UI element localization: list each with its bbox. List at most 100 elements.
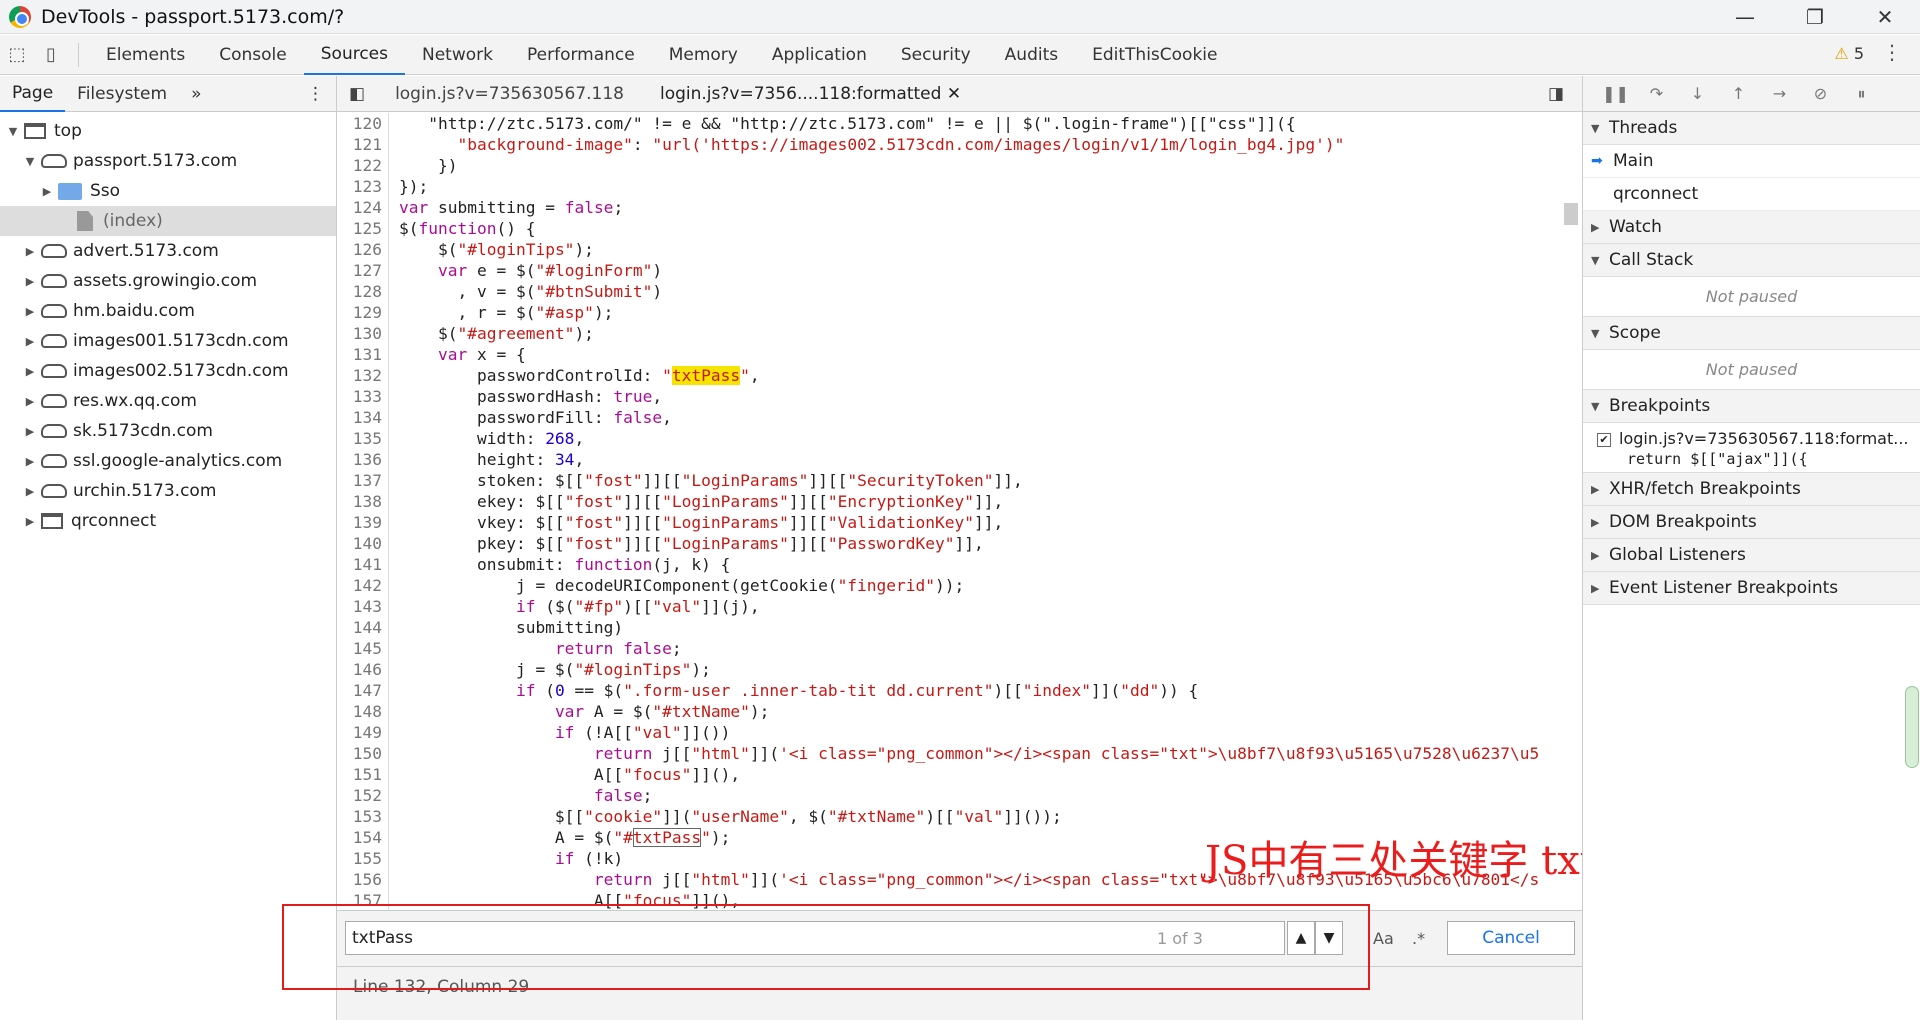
line-number[interactable]: 155 — [337, 848, 382, 869]
line-number[interactable]: 139 — [337, 512, 382, 533]
threads-section[interactable]: ▼ Threads — [1583, 112, 1920, 145]
line-number[interactable]: 130 — [337, 323, 382, 344]
line-number[interactable]: 145 — [337, 638, 382, 659]
pause-icon[interactable]: ❚❚ — [1595, 84, 1636, 103]
vertical-scrollbar[interactable] — [1560, 113, 1582, 910]
line-number[interactable]: 127 — [337, 260, 382, 281]
tab-sources[interactable]: Sources — [303, 35, 405, 75]
tab-memory[interactable]: Memory — [652, 35, 755, 75]
toggle-debugger-icon[interactable]: ◨ — [1530, 76, 1582, 112]
tree-item[interactable]: ▶ hm.baidu.com — [0, 296, 336, 326]
chevron-right-icon[interactable]: ▶ — [40, 185, 54, 198]
line-number[interactable]: 143 — [337, 596, 382, 617]
warnings-badge[interactable]: ⚠ 5 — [1834, 44, 1864, 63]
scope-section[interactable]: ▼ Scope — [1583, 317, 1920, 350]
line-number[interactable]: 137 — [337, 470, 382, 491]
line-number[interactable]: 147 — [337, 680, 382, 701]
chevron-right-icon[interactable]: ▶ — [23, 455, 37, 468]
xhr-breakpoints-section[interactable]: ▶ XHR/fetch Breakpoints — [1583, 473, 1920, 506]
match-case-button[interactable]: Aa — [1373, 929, 1394, 948]
regex-button[interactable]: .* — [1412, 929, 1425, 948]
line-number[interactable]: 123 — [337, 176, 382, 197]
chevron-right-icon[interactable]: ▶ — [23, 275, 37, 288]
tree-item[interactable]: ▶ Sso — [0, 176, 336, 206]
code-view[interactable]: 120 121 122 123 124 125 126 127 128 129 130 131 132 1… — [337, 113, 1582, 910]
scroll-thumb[interactable] — [1564, 203, 1578, 225]
tab-audits[interactable]: Audits — [988, 35, 1075, 75]
line-number[interactable]: 154 — [337, 827, 382, 848]
tree-item[interactable]: ▶ images001.5173cdn.com — [0, 326, 336, 356]
step-icon[interactable]: → — [1759, 84, 1800, 103]
breakpoint-checkbox[interactable]: ✔ — [1597, 432, 1611, 447]
line-number[interactable]: 126 — [337, 239, 382, 260]
tab-application[interactable]: Application — [755, 35, 884, 75]
line-number[interactable]: 149 — [337, 722, 382, 743]
breakpoint-item[interactable]: ✔ login.js?v=735630567.118:format... retu… — [1583, 423, 1920, 473]
line-number[interactable]: 146 — [337, 659, 382, 680]
line-number[interactable]: 124 — [337, 197, 382, 218]
line-number[interactable]: 129 — [337, 302, 382, 323]
line-number[interactable]: 148 — [337, 701, 382, 722]
tab-network[interactable]: Network — [405, 35, 510, 75]
line-number[interactable]: 153 — [337, 806, 382, 827]
line-number[interactable]: 136 — [337, 449, 382, 470]
chevron-right-icon[interactable]: ▶ — [23, 485, 37, 498]
chevron-down-icon[interactable]: ▼ — [6, 125, 20, 138]
close-tab-icon[interactable]: ✕ — [947, 84, 961, 104]
source-lines[interactable]: "http://ztc.5173.com/" != e && "http://z… — [399, 113, 1559, 910]
line-number[interactable]: 152 — [337, 785, 382, 806]
chevron-right-icon[interactable]: ▶ — [23, 245, 37, 258]
tree-item[interactable]: ▶ images002.5173cdn.com — [0, 356, 336, 386]
step-out-icon[interactable]: ↑ — [1718, 84, 1759, 103]
chevron-right-icon[interactable]: ▶ — [23, 395, 37, 408]
more-options-icon[interactable]: ⋮ — [1882, 40, 1902, 64]
line-number[interactable]: 125 — [337, 218, 382, 239]
line-number[interactable]: 151 — [337, 764, 382, 785]
tree-item[interactable]: ▶ assets.growingio.com — [0, 266, 336, 296]
line-number[interactable]: 144 — [337, 617, 382, 638]
line-number[interactable]: 120 — [337, 113, 382, 134]
line-number[interactable]: 122 — [337, 155, 382, 176]
chevron-right-icon[interactable]: ▶ — [23, 365, 37, 378]
step-into-icon[interactable]: ↓ — [1677, 84, 1718, 103]
line-number[interactable]: 142 — [337, 575, 382, 596]
close-window-button[interactable]: ✕ — [1850, 0, 1920, 34]
tree-item[interactable]: ▶ advert.5173.com — [0, 236, 336, 266]
chevron-right-icon[interactable]: ▶ — [23, 305, 37, 318]
line-number[interactable]: 141 — [337, 554, 382, 575]
line-number[interactable]: 134 — [337, 407, 382, 428]
pause-on-exceptions-icon[interactable]: ⏸ — [1841, 84, 1882, 104]
sidebar-scrollbar[interactable] — [1905, 686, 1919, 768]
cancel-button[interactable]: Cancel — [1447, 921, 1575, 955]
more-tabs-icon[interactable]: » — [179, 76, 213, 112]
line-number[interactable]: 156 — [337, 869, 382, 890]
minimize-button[interactable]: — — [1710, 0, 1780, 34]
tree-item[interactable]: ▼ top — [0, 116, 336, 146]
toggle-navigator-icon[interactable]: ◧ — [337, 76, 377, 112]
tab-console[interactable]: Console — [202, 35, 304, 75]
tree-item[interactable]: (index) — [0, 206, 336, 236]
event-listener-breakpoints-section[interactable]: ▶ Event Listener Breakpoints — [1583, 572, 1920, 605]
tree-item[interactable]: ▶ urchin.5173.com — [0, 476, 336, 506]
watch-section[interactable]: ▶ Watch — [1583, 211, 1920, 244]
file-tab-login[interactable]: login.js?v=735630567.118 — [377, 76, 642, 112]
global-listeners-section[interactable]: ▶ Global Listeners — [1583, 539, 1920, 572]
thread-main[interactable]: ➡ Main — [1583, 145, 1920, 178]
file-tab-login-formatted[interactable]: login.js?v=7356....118:formatted ✕ — [642, 76, 979, 112]
tree-item[interactable]: ▶ sk.5173cdn.com — [0, 416, 336, 446]
line-number[interactable]: 121 — [337, 134, 382, 155]
line-number[interactable]: 138 — [337, 491, 382, 512]
device-toolbar-icon[interactable]: ▯ — [34, 35, 68, 75]
tab-editthiscookie[interactable]: EditThisCookie — [1075, 35, 1234, 75]
step-over-icon[interactable]: ↷ — [1636, 84, 1677, 103]
breakpoints-section[interactable]: ▼ Breakpoints — [1583, 390, 1920, 423]
dom-breakpoints-section[interactable]: ▶ DOM Breakpoints — [1583, 506, 1920, 539]
line-number[interactable]: 150 — [337, 743, 382, 764]
tree-item[interactable]: ▶ res.wx.qq.com — [0, 386, 336, 416]
maximize-button[interactable]: ❐ — [1780, 0, 1850, 34]
tree-item[interactable]: ▼ passport.5173.com — [0, 146, 336, 176]
chevron-right-icon[interactable]: ▶ — [23, 515, 37, 528]
tree-item[interactable]: ▶ ssl.google-analytics.com — [0, 446, 336, 476]
thread-qrconnect[interactable]: qrconnect — [1583, 178, 1920, 211]
tab-filesystem[interactable]: Filesystem — [65, 76, 179, 112]
